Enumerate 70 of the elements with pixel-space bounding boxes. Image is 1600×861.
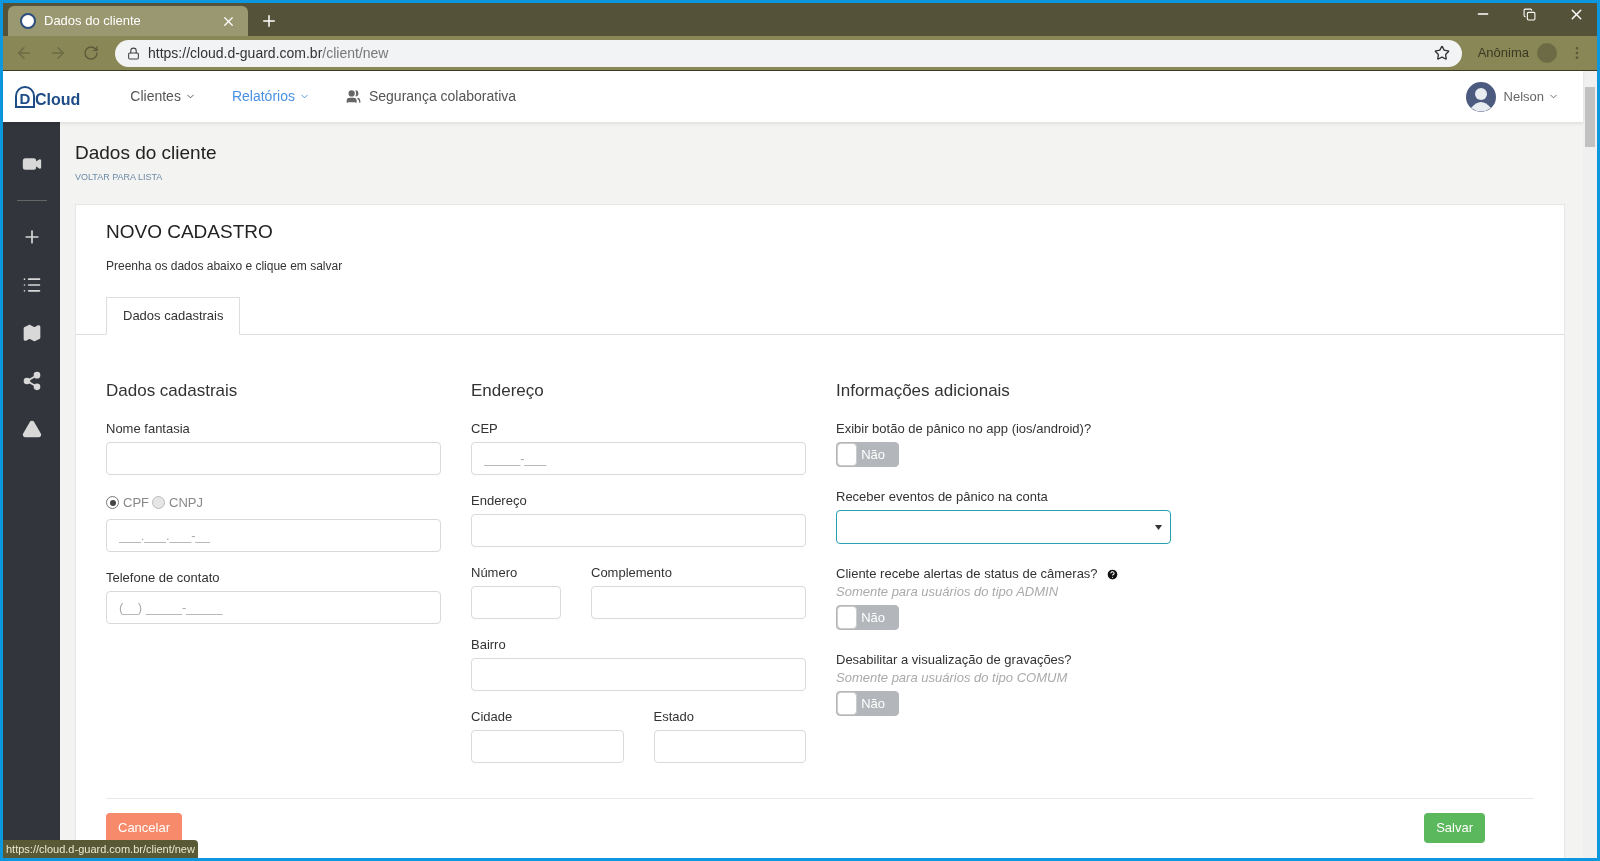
browser-tab[interactable]: Dados do cliente [8,6,248,36]
field-label: Receber eventos de pânico na conta [836,489,1048,505]
bookmark-star-icon[interactable] [1433,45,1450,61]
field-label: CEP [471,421,499,437]
field-label: Telefone de contato [106,569,221,586]
radio-button[interactable] [152,496,165,510]
text-field[interactable] [471,658,806,691]
text-field[interactable] [471,514,806,547]
user-name[interactable]: Nelson [1503,86,1544,107]
forward-icon[interactable] [49,44,67,62]
field-label: Desabilitar a visualização de gravações? [836,652,1072,668]
section-heading: Dados cadastrais [106,379,239,402]
reload-icon[interactable] [83,45,99,61]
text-field[interactable] [106,442,441,475]
section-heading: Informações adicionais [836,379,1011,402]
toggle-switch[interactable]: Não [836,605,899,630]
caret-icon [1155,524,1162,530]
radio-label: CNPJ [169,494,203,512]
toggle-switch[interactable]: Não [836,691,899,716]
scrollbar[interactable] [1583,71,1597,858]
text-field[interactable] [591,586,806,619]
field-label: Complemento [591,565,673,581]
logo[interactable]: D Cloud [15,85,81,108]
section-heading: Endereço [471,379,545,402]
field-label: Estado [653,709,695,725]
select-dropdown[interactable] [836,510,1171,544]
lock-icon [127,46,140,60]
field-label: Cidade [471,709,514,725]
cancel-button[interactable]: Cancelar [106,813,183,843]
field-label: Bairro [471,637,507,653]
field-label: Nome fantasia [106,421,191,437]
card-title: NOVO CADASTRO [106,220,274,244]
save-button[interactable]: Salvar [1424,813,1485,843]
list-icon[interactable] [21,275,42,295]
map-icon[interactable] [21,323,42,343]
tab-favicon-icon [20,13,36,29]
field-label: Número [471,565,519,581]
avatar-icon[interactable] [1465,81,1496,112]
document-number-field[interactable]: ___.___.___-__ [106,518,441,552]
back-icon[interactable] [15,44,33,62]
radio-button[interactable] [106,496,119,510]
field-label: Exibir botão de pânico no app (ios/android)? [836,421,1092,437]
text-field[interactable] [471,730,624,763]
share-icon[interactable] [21,371,42,391]
card-subtitle: Preenha os dados abaixo e clique em salvar [106,257,344,275]
field-hint: Somente para usuários do tipo COMUM [836,670,1069,686]
warning-icon[interactable] [21,419,42,439]
tab-title: Dados do cliente [44,12,142,31]
restore-icon[interactable] [1523,8,1536,21]
radio-label: CPF [123,494,149,512]
form-tab[interactable]: Dados cadastrais [106,296,241,335]
text-field[interactable]: _____-___ [471,442,806,475]
nav-menu-item[interactable]: Relatórios [231,86,310,107]
page-title: Dados do cliente [75,141,218,165]
users-icon [345,89,361,104]
incognito-label: Anônima [1477,44,1529,63]
text-field[interactable] [471,586,561,619]
field-label: Cliente recebe alertas de status de câmeras? [836,566,1098,582]
address-bar[interactable]: https://cloud.d-guard.com.br/client/new [115,39,1462,67]
new-tab-icon[interactable] [260,12,278,30]
text-field[interactable]: (__) _____-_____ [106,590,441,624]
toggle-switch[interactable]: Não [836,442,899,467]
nav-menu-item[interactable]: Segurança colaborativa [345,86,517,107]
url-text: https://cloud.d-guard.com.br/client/new [148,43,390,63]
back-to-list-link[interactable]: VOLTAR PARA LISTA [75,170,1565,184]
help-icon[interactable] [1105,567,1119,581]
field-hint: Somente para usuários do tipo ADMIN [836,584,1060,600]
nav-menu-item[interactable]: Clientes [130,86,196,107]
text-field[interactable] [653,730,806,763]
field-label: Endereço [471,493,528,509]
